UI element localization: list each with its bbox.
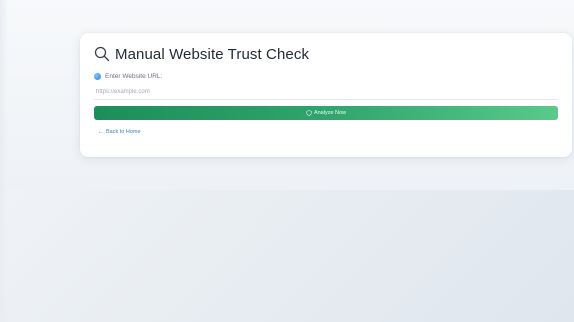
left-edge-shade	[0, 0, 8, 322]
back-to-home-link[interactable]: ← Back to Home	[98, 129, 141, 135]
globe-icon	[94, 72, 101, 80]
url-label-row: Enter Website URL:	[94, 70, 558, 82]
search-icon	[94, 46, 110, 62]
back-to-home-label: Back to Home	[106, 129, 141, 135]
analyze-now-button[interactable]: Analyze Now	[94, 106, 558, 120]
website-url-input[interactable]	[94, 85, 558, 100]
page-title: Manual Website Trust Check	[115, 45, 310, 63]
analyze-now-label: Analyze Now	[313, 110, 347, 116]
arrow-left-icon: ←	[98, 129, 104, 135]
url-label: Enter Website URL:	[105, 72, 163, 80]
trust-check-card: Manual Website Trust Check Enter Website…	[80, 33, 572, 157]
title-row: Manual Website Trust Check	[94, 43, 558, 65]
shield-icon	[306, 110, 312, 116]
